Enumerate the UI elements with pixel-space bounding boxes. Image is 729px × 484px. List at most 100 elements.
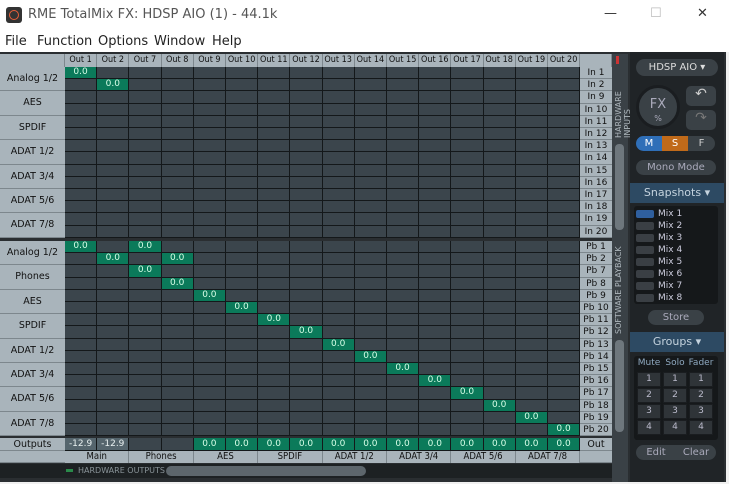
matrix-cell[interactable]	[193, 201, 226, 214]
matrix-cell[interactable]	[322, 265, 355, 278]
input-group-label[interactable]: ADAT 3/4	[0, 164, 65, 189]
matrix-cell[interactable]	[65, 213, 98, 226]
minimize-button[interactable]: —	[604, 6, 617, 21]
matrix-cell[interactable]	[97, 176, 130, 189]
matrix-cell[interactable]	[97, 201, 130, 214]
matrix-cell[interactable]	[387, 241, 420, 254]
matrix-cell[interactable]	[515, 399, 548, 412]
matrix-cell[interactable]	[322, 424, 355, 437]
matrix-cell[interactable]	[451, 115, 484, 128]
matrix-cell[interactable]	[258, 115, 291, 128]
matrix-cell[interactable]	[226, 164, 259, 177]
matrix-cell[interactable]	[65, 424, 98, 437]
output-header[interactable]: Out 18	[483, 54, 516, 67]
matrix-cell[interactable]	[515, 363, 548, 376]
matrix-cell[interactable]	[354, 103, 387, 116]
matrix-cell[interactable]	[483, 225, 516, 238]
matrix-cell[interactable]	[129, 277, 162, 290]
playback-channel-label[interactable]: Pb 8	[580, 277, 612, 290]
matrix-cell[interactable]	[483, 115, 516, 128]
matrix-cell[interactable]	[548, 289, 581, 302]
matrix-cell[interactable]	[354, 338, 387, 351]
matrix-cell[interactable]	[97, 326, 130, 339]
matrix-cell[interactable]	[515, 189, 548, 202]
matrix-cell[interactable]	[387, 79, 420, 92]
matrix-cell[interactable]	[161, 115, 194, 128]
playback-group-label[interactable]: Phones	[0, 265, 65, 290]
matrix-cell[interactable]	[483, 67, 516, 80]
matrix-cell[interactable]	[451, 289, 484, 302]
matrix-cell[interactable]	[387, 201, 420, 214]
matrix-cell[interactable]	[226, 201, 259, 214]
playback-channel-label[interactable]: Pb 7	[580, 265, 612, 278]
matrix-cell[interactable]	[419, 103, 452, 116]
matrix-cell[interactable]	[65, 253, 98, 266]
output-header[interactable]: Out 14	[354, 54, 387, 67]
matrix-cell[interactable]	[354, 115, 387, 128]
matrix-cell[interactable]	[97, 411, 130, 424]
matrix-cell[interactable]	[419, 128, 452, 141]
matrix-cell[interactable]	[451, 350, 484, 363]
matrix-cell[interactable]	[226, 387, 259, 400]
matrix-cell[interactable]	[548, 115, 581, 128]
matrix-cell[interactable]	[483, 164, 516, 177]
matrix-cell[interactable]	[193, 338, 226, 351]
matrix-cell[interactable]	[515, 176, 548, 189]
matrix-cell[interactable]	[451, 189, 484, 202]
output-level[interactable]: 0.0	[483, 438, 516, 451]
matrix-cell[interactable]	[515, 350, 548, 363]
matrix-cell[interactable]	[322, 189, 355, 202]
matrix-cell[interactable]	[483, 241, 516, 254]
matrix-cell[interactable]	[354, 265, 387, 278]
matrix-cell[interactable]	[354, 225, 387, 238]
matrix-cell[interactable]: 0.0	[97, 253, 130, 266]
input-channel-label[interactable]: In 9	[580, 91, 612, 104]
matrix-cell[interactable]	[322, 302, 355, 315]
matrix-cell[interactable]	[97, 213, 130, 226]
matrix-cell[interactable]	[322, 103, 355, 116]
matrix-cell[interactable]	[419, 67, 452, 80]
matrix-cell[interactable]	[226, 115, 259, 128]
matrix-cell[interactable]	[258, 399, 291, 412]
input-channel-label[interactable]: In 18	[580, 201, 612, 214]
matrix-cell[interactable]	[97, 375, 130, 388]
matrix-cell[interactable]	[515, 140, 548, 153]
matrix-cell[interactable]	[226, 176, 259, 189]
matrix-cell[interactable]	[548, 189, 581, 202]
matrix-cell[interactable]	[65, 289, 98, 302]
matrix-cell[interactable]	[65, 103, 98, 116]
matrix-cell[interactable]	[97, 241, 130, 254]
matrix-cell[interactable]	[129, 189, 162, 202]
matrix-cell[interactable]	[548, 411, 581, 424]
matrix-cell[interactable]	[129, 225, 162, 238]
input-channel-label[interactable]: In 1	[580, 67, 612, 80]
matrix-cell[interactable]	[161, 338, 194, 351]
matrix-cell[interactable]	[322, 201, 355, 214]
input-channel-label[interactable]: In 19	[580, 213, 612, 226]
matrix-cell[interactable]	[451, 225, 484, 238]
matrix-cell[interactable]	[258, 241, 291, 254]
matrix-cell[interactable]	[65, 338, 98, 351]
matrix-cell[interactable]	[483, 128, 516, 141]
playback-channel-label[interactable]: Pb 15	[580, 363, 612, 376]
matrix-cell[interactable]	[193, 424, 226, 437]
matrix-cell[interactable]: 0.0	[451, 387, 484, 400]
matrix-cell[interactable]	[129, 375, 162, 388]
matrix-cell[interactable]	[129, 91, 162, 104]
snapshot-item[interactable]: Mix 4	[636, 245, 716, 255]
matrix-cell[interactable]	[193, 363, 226, 376]
matrix-cell[interactable]	[290, 363, 323, 376]
snapshot-item[interactable]: Mix 1	[636, 209, 716, 219]
matrix-cell[interactable]	[226, 326, 259, 339]
matrix-cell[interactable]	[226, 265, 259, 278]
matrix-cell[interactable]	[548, 176, 581, 189]
matrix-cell[interactable]	[451, 326, 484, 339]
matrix-cell[interactable]	[419, 326, 452, 339]
output-header[interactable]: Out 19	[515, 54, 548, 67]
matrix-cell[interactable]	[161, 302, 194, 315]
matrix-cell[interactable]	[483, 314, 516, 327]
matrix-cell[interactable]	[97, 338, 130, 351]
matrix-cell[interactable]	[97, 103, 130, 116]
redo-button[interactable]: ↷	[686, 110, 716, 130]
matrix-cell[interactable]	[354, 375, 387, 388]
